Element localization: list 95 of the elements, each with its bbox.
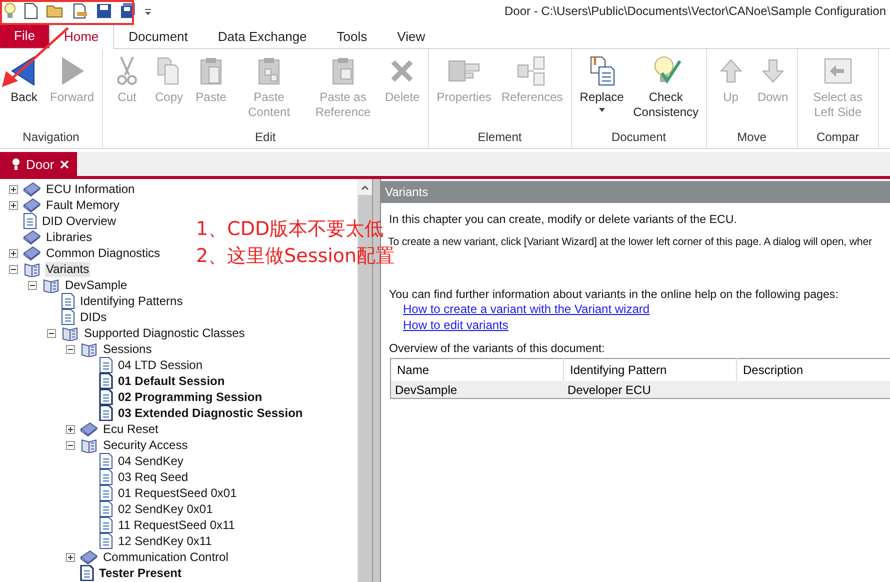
table-cell: DevSample — [390, 381, 564, 398]
tree-item[interactable]: 03 Extended Diagnostic Session — [117, 406, 304, 420]
tree-item[interactable]: Supported Diagnostic Classes — [83, 326, 246, 340]
open-book-icon — [61, 325, 79, 341]
tree-item[interactable]: Variants — [45, 262, 90, 276]
document-icon — [99, 517, 113, 533]
document-icon — [99, 469, 113, 485]
table-cell: Developer ECU — [564, 381, 736, 398]
book-icon — [80, 421, 98, 437]
file-menu-tab[interactable]: File — [0, 23, 49, 48]
customize-caret-icon — [144, 7, 152, 15]
collapse-icon[interactable] — [28, 280, 37, 290]
document-icon — [99, 357, 113, 373]
paragraph: In this chapter you can create, modify or delete variants of the ECU. — [388, 213, 738, 226]
open-book-icon — [42, 277, 60, 293]
tree-item[interactable]: Tester Present — [98, 566, 182, 580]
new-file-icon — [24, 3, 38, 19]
document-icon — [61, 293, 75, 309]
expand-icon[interactable] — [9, 184, 18, 194]
tree-item[interactable]: Security Access — [102, 438, 189, 452]
open-book-icon — [80, 341, 98, 357]
tree-item[interactable]: 01 RequestSeed 0x01 — [117, 486, 238, 500]
book-icon — [23, 229, 41, 245]
tree-item[interactable]: Common Diagnostics — [45, 246, 162, 260]
ribbon-group-label: Navigation — [22, 130, 80, 146]
ribbon-group-label: Edit — [254, 130, 277, 146]
ribbon-group-label: Move — [736, 130, 768, 146]
document-icon — [99, 389, 113, 405]
ribbon-tab[interactable]: Tools — [322, 24, 382, 48]
expand-icon[interactable] — [66, 552, 75, 562]
collapse-icon[interactable] — [66, 344, 75, 354]
book-icon — [23, 197, 41, 213]
collapse-icon[interactable] — [66, 440, 75, 450]
close-icon — [60, 160, 70, 168]
save-all-icon — [120, 3, 136, 19]
save-icon — [96, 3, 112, 19]
paragraph: To create a new variant, click [Variant Wizard] at the lower left corner of this page. A dialog will open, wher — [388, 236, 873, 248]
ribbon-tab[interactable]: Document — [114, 24, 203, 48]
ribbon-tab[interactable]: View — [382, 24, 440, 48]
tree-item[interactable]: Sessions — [102, 342, 153, 356]
book-icon — [23, 181, 41, 197]
tree-item[interactable]: Libraries — [45, 230, 94, 244]
tree-item[interactable]: DID Overview — [41, 214, 118, 228]
document-icon — [61, 309, 75, 325]
tree-item[interactable]: DevSample — [64, 278, 128, 292]
ribbon-group-label: Document — [610, 130, 668, 146]
book-icon — [23, 245, 41, 261]
ribbon-tab[interactable]: Home — [48, 24, 114, 49]
book-icon — [80, 549, 98, 565]
document-icon — [99, 453, 113, 469]
open-book-icon — [80, 437, 98, 453]
tree-item[interactable]: DIDs — [79, 310, 108, 324]
open-book-icon — [23, 261, 41, 277]
tree-item[interactable]: 02 Programming Session — [117, 390, 264, 404]
window-title: Door - C:\Users\Public\Documents\Vector\CANoe\Sample Configuration — [504, 4, 886, 18]
panel-header: Variants — [381, 181, 890, 203]
table-caption: Overview of the variants of this document: — [388, 342, 606, 355]
tree-item[interactable]: 03 Req Seed — [117, 470, 190, 484]
collapse-icon[interactable] — [9, 264, 18, 274]
ribbon-button[interactable]: Check Consistency — [630, 55, 702, 130]
ribbon-button[interactable]: Replace — [576, 55, 628, 130]
annotation-text: 2、这里做Session配置 — [196, 245, 395, 268]
expand-icon[interactable] — [66, 424, 75, 434]
lightbulb-icon — [12, 158, 20, 170]
collapse-icon[interactable] — [47, 328, 56, 338]
document-icon — [99, 405, 113, 421]
expand-icon[interactable] — [9, 200, 18, 210]
document-edit-icon — [72, 3, 88, 19]
paragraph: You can find further information about variants in the online help on the following pages: — [388, 288, 840, 301]
tree-item[interactable]: Identifying Patterns — [79, 294, 184, 308]
open-folder-icon — [46, 3, 64, 19]
lightbulb-icon — [4, 3, 16, 19]
ribbon-group-label: Compar — [815, 130, 860, 146]
ribbon-group-label: Element — [476, 130, 523, 146]
document-icon — [23, 213, 37, 229]
help-link[interactable]: How to create a variant with the Variant wizard — [403, 302, 650, 317]
tree-item[interactable]: 01 Default Session — [117, 374, 226, 388]
open-file-tab[interactable]: Door — [0, 152, 78, 176]
scroll-up-icon — [361, 184, 369, 190]
tree-item[interactable]: 11 RequestSeed 0x11 — [117, 518, 236, 532]
tree-item[interactable]: Fault Memory — [45, 198, 120, 212]
tree-item[interactable]: ECU Information — [45, 182, 136, 196]
help-link[interactable]: How to edit variants — [403, 318, 508, 333]
document-icon — [99, 373, 113, 389]
document-icon — [99, 485, 113, 501]
tree-item[interactable]: 04 LTD Session — [117, 358, 204, 372]
document-icon — [99, 501, 113, 517]
tree-item[interactable]: 02 SendKey 0x01 — [117, 502, 214, 516]
tree-item[interactable]: Ecu Reset — [102, 422, 160, 436]
document-icon — [99, 533, 113, 549]
ribbon-tab[interactable]: Data Exchange — [202, 24, 322, 48]
tree-item[interactable]: 12 SendKey 0x11 — [117, 534, 213, 548]
tree-item[interactable]: Communication Control — [102, 550, 230, 564]
tree-item[interactable]: 04 SendKey — [117, 454, 184, 468]
expand-icon[interactable] — [9, 248, 18, 258]
